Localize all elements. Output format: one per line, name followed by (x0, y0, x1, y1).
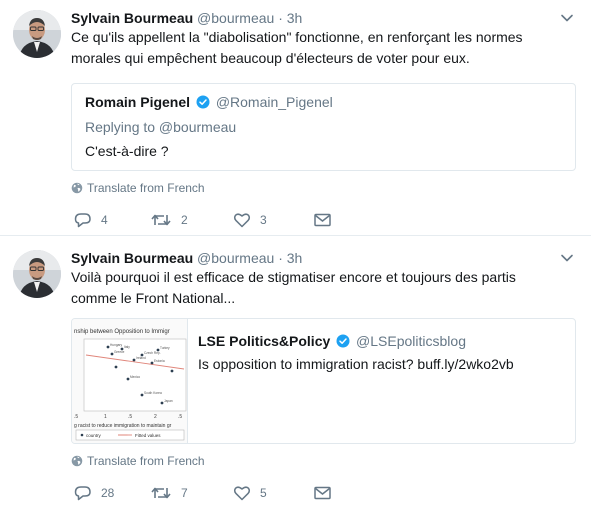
reply-icon (74, 486, 91, 501)
thumb-point-label: Turkey (160, 346, 170, 350)
thumb-point-label: Greece (114, 350, 125, 354)
retweet-count: 7 (181, 486, 188, 500)
avatar-photo (13, 10, 61, 58)
thumb-point-label: South Korea (144, 391, 162, 395)
thumb-tick: 1 (104, 414, 107, 420)
thumb-point-label: Czech Rep. (144, 351, 161, 355)
tweet-text: Ce qu'ils appellent la "diabolisation" f… (71, 27, 571, 69)
retweet-icon (151, 214, 171, 226)
tweet-text-line: Voilà pourquoi il est efficace de stigma… (71, 269, 516, 285)
retweet-count: 2 (181, 213, 188, 227)
thumb-tick: .5 (178, 414, 182, 420)
chevron-down-icon[interactable] (560, 11, 574, 25)
quoted-text: C'est-à-dire ? (85, 143, 169, 159)
author-handle[interactable]: @bourmeau (197, 10, 274, 26)
thumb-tick: .5 (128, 414, 132, 420)
tweet-timestamp[interactable]: 3h (287, 250, 303, 266)
separator-dot: · (278, 250, 283, 266)
link-card[interactable]: nship between Opposition to Immigr Hunga… (71, 318, 576, 444)
tweet-text-line: comme le Front National... (71, 290, 236, 306)
translate-label: Translate from French (87, 454, 205, 468)
thumb-legend-country: country (86, 433, 102, 438)
retweet-button[interactable]: 2 (150, 210, 188, 230)
quoted-author: Romain Pigenel @Romain_Pigenel (85, 94, 333, 110)
avatar[interactable] (13, 250, 61, 298)
like-button[interactable]: 5 (233, 483, 267, 503)
quoted-author-name: Romain Pigenel (85, 94, 191, 110)
heart-icon (233, 213, 251, 228)
avatar[interactable] (13, 10, 61, 58)
thumb-xlabel: g racist to reduce immigration to mainta… (74, 423, 172, 429)
quoted-tweet[interactable]: Romain Pigenel @Romain_Pigenel Replying … (71, 83, 576, 171)
avatar-photo (13, 250, 61, 298)
separator-dot: · (278, 10, 283, 26)
thumb-tick: .5 (74, 414, 78, 420)
quoted-author-handle: @Romain_Pigenel (215, 94, 333, 110)
thumb-legend-fitted: Fitted values (135, 433, 161, 438)
envelope-icon (314, 486, 331, 500)
thumb-point-label: Hungary (110, 343, 122, 347)
card-author: LSE Politics&Policy @LSEpoliticsblog (198, 333, 466, 349)
globe-icon (71, 455, 83, 467)
like-count: 3 (260, 213, 267, 227)
reply-count: 4 (101, 213, 108, 227)
reply-count: 28 (101, 486, 115, 500)
author-name[interactable]: Sylvain Bourmeau (71, 250, 193, 266)
translate-link[interactable]: Translate from French (71, 454, 205, 468)
retweet-button[interactable]: 7 (150, 483, 188, 503)
card-author-handle: @LSEpoliticsblog (356, 333, 466, 349)
tweet-header: Sylvain Bourmeau @bourmeau · 3h (71, 10, 302, 26)
author-name[interactable]: Sylvain Bourmeau (71, 10, 193, 26)
tweet-text-line: Ce qu'ils appellent la "diabolisation" f… (71, 29, 523, 45)
tweet-1[interactable]: Sylvain Bourmeau @bourmeau · 3h Ce qu'il… (0, 0, 591, 236)
retweet-icon (151, 487, 171, 499)
thumb-tick: 2 (154, 414, 157, 420)
like-button[interactable]: 3 (233, 210, 267, 230)
reply-button[interactable]: 28 (74, 483, 114, 503)
tweet-timestamp[interactable]: 3h (287, 10, 303, 26)
card-thumbnail: nship between Opposition to Immigr Hunga… (72, 319, 188, 443)
thumb-point-label: Ireland (136, 356, 146, 360)
tweet-text-line: morales qui empêchent beaucoup d'électeu… (71, 50, 470, 66)
thumb-point-label: Japan (164, 399, 173, 403)
globe-icon (71, 182, 83, 194)
tweet-text: Voilà pourquoi il est efficace de stigma… (71, 267, 571, 309)
reply-button[interactable]: 4 (74, 210, 108, 230)
card-text: Is opposition to immigration racist? buf… (198, 356, 514, 372)
tweet-actions: 4 2 3 (71, 210, 391, 230)
card-author-name: LSE Politics&Policy (198, 333, 331, 349)
tweet-actions: 28 7 5 (71, 483, 391, 503)
tweet-header: Sylvain Bourmeau @bourmeau · 3h (71, 250, 302, 266)
thumb-title: nship between Opposition to Immigr (74, 329, 170, 335)
tweet-2[interactable]: Sylvain Bourmeau @bourmeau · 3h Voilà po… (0, 237, 591, 510)
verified-badge-icon (336, 334, 350, 348)
envelope-icon (314, 213, 331, 227)
chevron-down-icon[interactable] (560, 251, 574, 265)
heart-icon (233, 486, 251, 501)
verified-badge-icon (196, 95, 210, 109)
author-handle[interactable]: @bourmeau (197, 250, 274, 266)
thumb-point-label: Estonia (154, 359, 165, 363)
replying-to: Replying to @bourmeau (85, 119, 237, 135)
direct-message-button[interactable] (314, 483, 340, 503)
translate-link[interactable]: Translate from French (71, 181, 205, 195)
thumb-point-label: Mexico (130, 375, 140, 379)
direct-message-button[interactable] (314, 210, 340, 230)
thumb-point-label: Italy (124, 345, 130, 349)
thumbnail-chart: nship between Opposition to Immigr Hunga… (72, 319, 187, 443)
reply-icon (74, 213, 91, 228)
like-count: 5 (260, 486, 267, 500)
translate-label: Translate from French (87, 181, 205, 195)
